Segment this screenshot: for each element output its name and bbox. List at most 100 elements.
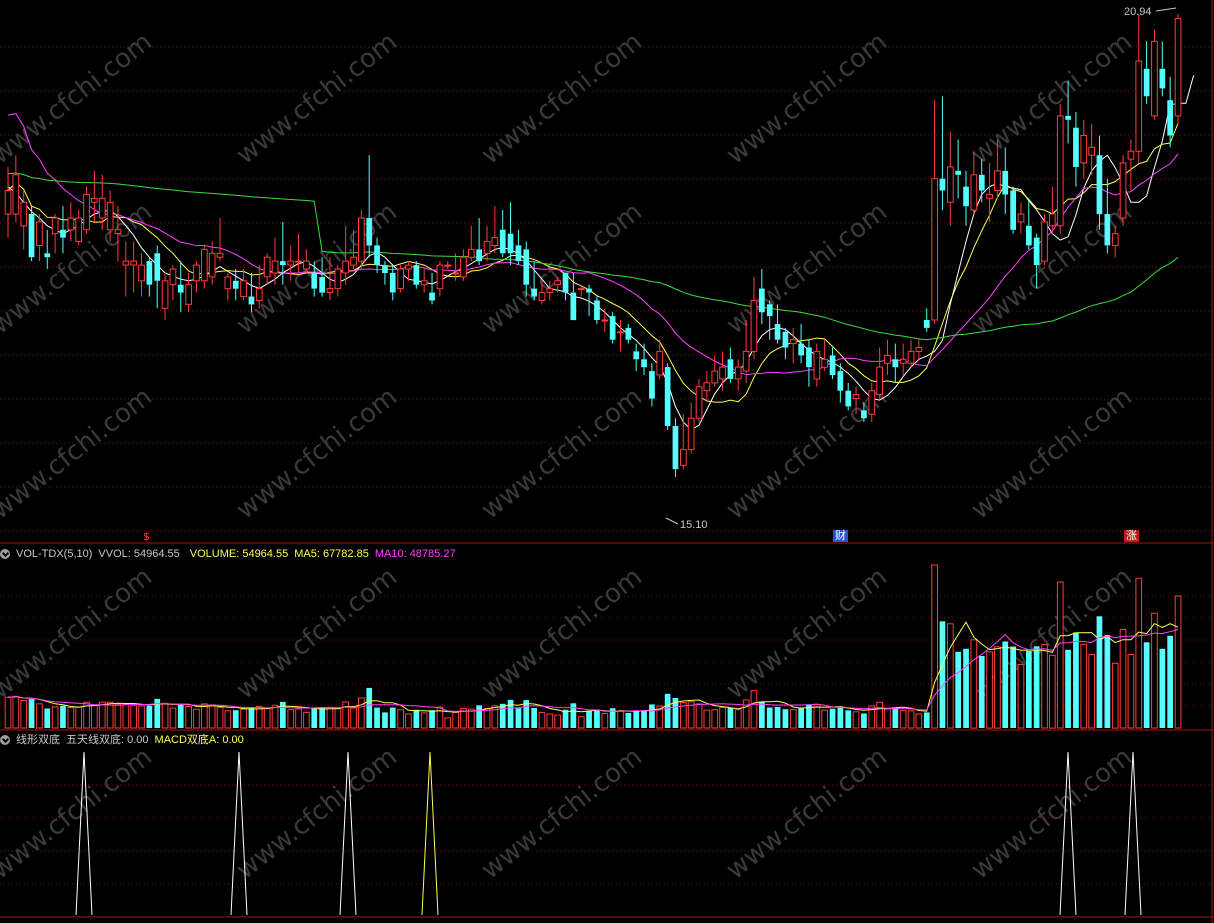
event-marker-finance[interactable]: 财 bbox=[833, 530, 848, 542]
volume-bar bbox=[813, 703, 821, 729]
volume-bar bbox=[1073, 632, 1079, 728]
candle-body bbox=[531, 288, 537, 297]
candle-body bbox=[1041, 221, 1048, 262]
candle-body bbox=[1119, 162, 1127, 219]
volume-bar bbox=[476, 705, 482, 728]
volume-bar bbox=[546, 713, 554, 729]
candle-body bbox=[12, 174, 20, 215]
candle-body bbox=[970, 174, 978, 211]
candle-body bbox=[664, 367, 671, 426]
candle-body bbox=[1096, 155, 1103, 215]
watermark-text: www.cfchi.com bbox=[966, 27, 1138, 171]
volume-bar bbox=[44, 708, 51, 728]
candle-body bbox=[216, 252, 224, 258]
volume-bar bbox=[499, 703, 506, 728]
volume-bar bbox=[138, 705, 145, 729]
candle-body bbox=[837, 371, 844, 391]
collapse-icon[interactable] bbox=[0, 735, 10, 745]
candle-body bbox=[687, 417, 695, 451]
candle-body bbox=[868, 390, 876, 415]
volume-bar bbox=[91, 704, 98, 729]
volume-bar bbox=[146, 706, 153, 728]
candle-body bbox=[452, 272, 459, 275]
signal-spike bbox=[230, 751, 248, 916]
volume-bar bbox=[67, 707, 75, 729]
volume-bar bbox=[366, 687, 373, 728]
volume-bar bbox=[782, 709, 789, 728]
volume-bar bbox=[1167, 635, 1173, 728]
volume-header: VOL-TDX(5,10) VVOL: 54964.55 VOLUME: 549… bbox=[0, 546, 456, 562]
watermark-text: www.cfchi.com bbox=[231, 742, 403, 886]
volume-bar bbox=[986, 651, 993, 729]
candle-body bbox=[130, 260, 138, 266]
candle-body bbox=[861, 410, 867, 419]
volume-bar bbox=[641, 710, 647, 728]
volume-bar bbox=[232, 710, 239, 728]
event-marker-dollar[interactable]: $ bbox=[143, 531, 150, 543]
low-pointer bbox=[665, 517, 679, 525]
watermark-text: www.cfchi.com bbox=[231, 27, 403, 171]
candle-body bbox=[586, 288, 592, 293]
volume-bar bbox=[1080, 643, 1088, 729]
volume-bar bbox=[263, 708, 271, 729]
signal-header: 线形双底 五天线双底: 0.00 MACD双底A: 0.00 bbox=[0, 732, 244, 748]
signal-indicator-name[interactable]: 线形双底 bbox=[16, 733, 60, 747]
volume-bar bbox=[664, 693, 671, 728]
vol-ma10: MA10: 48785.27 bbox=[374, 548, 456, 560]
candle-body bbox=[1167, 100, 1173, 136]
candle-body bbox=[287, 260, 295, 266]
volume-bar bbox=[1119, 629, 1127, 729]
candle-body bbox=[374, 245, 380, 265]
candle-body bbox=[169, 268, 177, 286]
candle-body bbox=[185, 284, 193, 305]
candle-body bbox=[1111, 233, 1119, 246]
candle-body bbox=[240, 280, 247, 297]
volume-bar bbox=[994, 646, 1001, 729]
candle-body bbox=[177, 284, 184, 293]
watermark-text: www.cfchi.com bbox=[966, 742, 1138, 886]
candle-body bbox=[224, 276, 232, 290]
volume-bar bbox=[625, 713, 632, 728]
volume-bar bbox=[845, 710, 852, 728]
candle-body bbox=[20, 201, 28, 227]
volume-bar bbox=[1143, 642, 1150, 728]
candle-body bbox=[978, 174, 985, 191]
candle-body bbox=[468, 248, 475, 258]
candle-body bbox=[727, 359, 734, 379]
candle-body bbox=[1049, 213, 1056, 227]
volume-bar bbox=[358, 697, 365, 729]
candle-body bbox=[1159, 68, 1166, 89]
volume-bar bbox=[287, 709, 295, 729]
vol-indicator-name[interactable]: VOL-TDX(5,10) bbox=[16, 547, 92, 561]
volume-bar bbox=[852, 711, 860, 729]
candle-body bbox=[656, 350, 664, 376]
volume-bar bbox=[436, 706, 444, 729]
high-pointer bbox=[1155, 7, 1177, 12]
candle-body bbox=[554, 280, 561, 286]
volume-bar bbox=[727, 707, 734, 728]
volume-bar bbox=[114, 703, 122, 729]
candle-body bbox=[248, 296, 255, 305]
volume-bar bbox=[1033, 646, 1040, 728]
watermark-text: www.cfchi.com bbox=[0, 27, 158, 171]
signal-five-day: 五天线双底: 0.00 bbox=[66, 734, 149, 746]
candle-body bbox=[711, 370, 719, 384]
volume-bar bbox=[538, 711, 546, 729]
volume-bar bbox=[507, 699, 514, 728]
volume-bar bbox=[923, 712, 930, 728]
volume-bar bbox=[122, 703, 130, 729]
candle-body bbox=[884, 354, 891, 364]
candle-body bbox=[523, 249, 530, 285]
candle-body bbox=[546, 288, 554, 294]
collapse-icon[interactable] bbox=[0, 549, 10, 559]
watermark-text: www.cfchi.com bbox=[476, 562, 648, 706]
candle-body bbox=[44, 253, 51, 258]
volume-bar bbox=[169, 707, 177, 729]
volume-bar bbox=[907, 710, 915, 729]
volume-bar bbox=[978, 656, 985, 728]
volume-bar bbox=[468, 708, 475, 729]
event-marker-rise[interactable]: 涨 bbox=[1124, 530, 1139, 542]
volume-bar bbox=[562, 709, 569, 728]
candle-body bbox=[633, 351, 640, 360]
volume-bar bbox=[185, 706, 193, 729]
